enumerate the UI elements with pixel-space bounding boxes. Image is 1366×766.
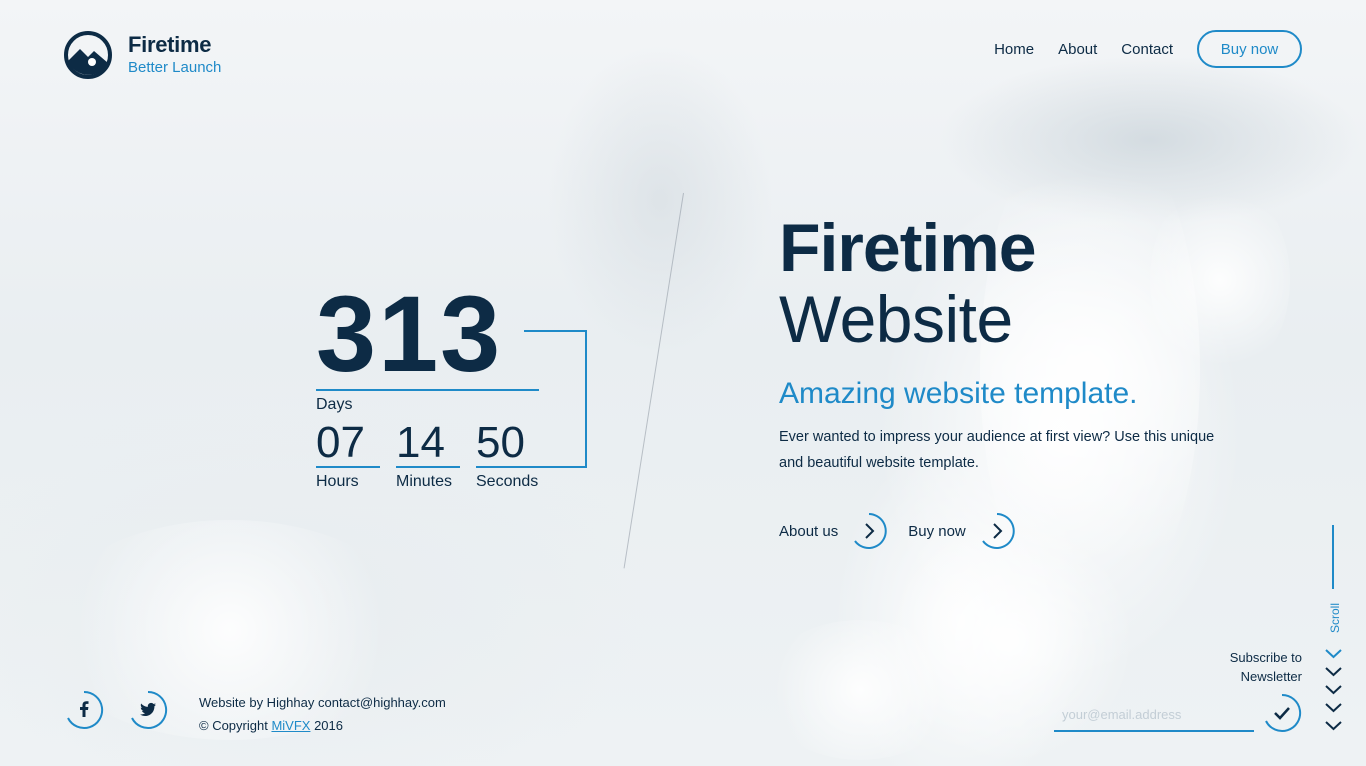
hero-description: Ever wanted to impress your audience at … (779, 429, 1215, 471)
chevron-down-icon (1325, 649, 1342, 659)
scroll-label: Scroll (1328, 602, 1342, 633)
copyright-year: 2016 (310, 718, 343, 733)
nav-contact-link[interactable]: Contact (1121, 41, 1173, 58)
countdown-bracket (524, 330, 587, 468)
countdown: 313 Days 07 Hours 14 Minutes 50 Seconds (316, 280, 596, 500)
countdown-days-label: Days (316, 396, 353, 413)
chevron-down-icon (1325, 703, 1342, 713)
facebook-icon[interactable] (64, 690, 104, 730)
chevron-down-icon (1325, 721, 1342, 731)
newsletter-email-wrap (1054, 700, 1254, 732)
scroll-indicator[interactable]: Scroll (1318, 525, 1348, 740)
countdown-minutes-value: 14 (396, 418, 445, 467)
logo-icon (64, 31, 112, 79)
countdown-days-value: 313 (316, 273, 503, 394)
hero: Firetime Website Amazing website templat… (779, 212, 1259, 550)
countdown-hours-value: 07 (316, 418, 365, 467)
about-us-label: About us (779, 522, 839, 540)
check-icon[interactable] (1262, 693, 1302, 733)
hero-subtitle: Website (779, 282, 1013, 356)
copyright-line: © Copyright MiVFX 2016 (199, 714, 446, 737)
brand-name: Firetime (128, 32, 212, 57)
chevron-right-icon (854, 513, 887, 549)
countdown-minutes: 14 Minutes (396, 420, 460, 491)
nav-buy-now-button[interactable]: Buy now (1197, 30, 1302, 68)
newsletter-label-line2: Newsletter (1240, 669, 1302, 684)
newsletter-label-line1: Subscribe to (1229, 650, 1302, 665)
nav-home-link[interactable]: Home (994, 41, 1034, 58)
chevron-down-icon (1325, 667, 1342, 677)
hero-tagline: Amazing website template. (779, 377, 1138, 410)
main-nav: Home About Contact Buy now (994, 30, 1302, 68)
newsletter-label: Subscribe to Newsletter (1230, 648, 1302, 686)
chevron-right-icon (981, 513, 1015, 549)
copyright-prefix: © Copyright (199, 718, 272, 733)
about-us-button[interactable]: About us (779, 512, 888, 550)
scroll-line (1332, 525, 1334, 589)
buy-now-label: Buy now (908, 522, 966, 540)
countdown-minutes-label: Minutes (396, 473, 453, 490)
countdown-hours: 07 Hours (316, 420, 380, 491)
buy-now-button[interactable]: Buy now (908, 512, 1016, 550)
copyright-link[interactable]: MiVFX (271, 718, 310, 733)
countdown-seconds-label: Seconds (476, 473, 539, 490)
credits: Website by Highhay contact@highhay.com ©… (199, 691, 446, 737)
chevron-down-icon (1325, 685, 1342, 695)
hero-cta-group: About us Buy now (779, 512, 1259, 550)
brand-tagline: Better Launch (128, 59, 222, 76)
twitter-icon[interactable] (128, 690, 168, 730)
nav-about-link[interactable]: About (1058, 41, 1097, 58)
countdown-hours-label: Hours (316, 473, 359, 490)
newsletter-email-input[interactable] (1054, 700, 1254, 728)
brand[interactable]: Firetime Better Launch (64, 31, 221, 79)
hero-title: Firetime (779, 210, 1037, 286)
credit-line: Website by Highhay contact@highhay.com (199, 695, 446, 710)
countdown-days-underline (316, 389, 539, 391)
